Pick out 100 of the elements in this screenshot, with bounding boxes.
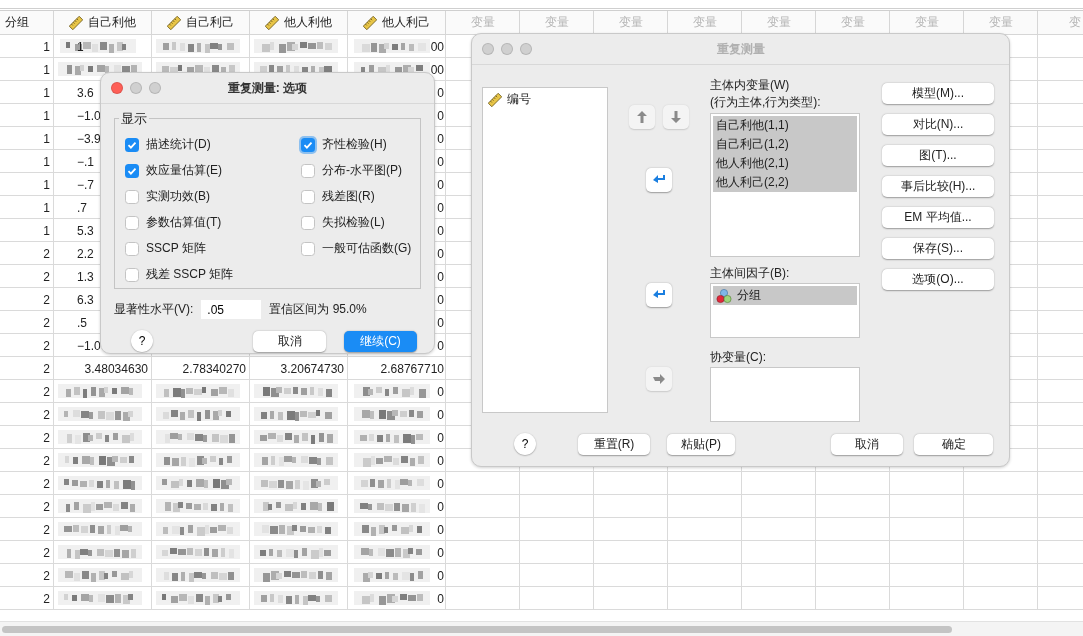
dialog-button[interactable]: 模型(M)... [882,83,994,104]
dialog-button[interactable]: 保存(S)... [882,238,994,259]
field-label: 主体内变量(W) [710,77,791,94]
checkbox[interactable] [125,189,139,204]
table-cell: 0 [437,108,444,123]
dialog-button[interactable]: 取消 [831,433,903,455]
within-subjects-list[interactable]: 自己利他(1,1) 自己利己(1,2) 他人利他(2,1) 他人利己(2,2) [710,113,860,257]
table-cell: 0 [437,568,444,583]
checkbox[interactable] [301,241,315,256]
table-cell: 2 [43,246,50,261]
checkbox[interactable] [125,267,139,282]
group-label: 显示 [119,111,149,128]
table-cell: 6.3 [77,292,94,307]
table-cell: 0 [437,177,444,192]
table-cell: 2 [43,453,50,468]
table-cell: 0 [437,85,444,100]
table-cell: 0 [437,246,444,261]
table-cell: 0 [437,338,444,353]
nominal-icon [716,287,732,304]
table-cell: 0 [437,292,444,307]
move-button[interactable] [646,283,672,307]
checkbox[interactable] [301,189,315,204]
zoom-button[interactable] [149,82,161,94]
significance-field[interactable]: .05 [201,300,262,319]
field-label: (行为主体,行为类型): [710,94,822,111]
table-cell: −.1 [77,154,94,169]
return-arrow-icon [652,174,666,186]
checkbox[interactable] [125,215,139,230]
checkbox-label: SSCP 矩阵 [146,240,206,257]
field-label: 协变量(C): [710,349,767,366]
table-cell: 00 [430,62,444,77]
minimize-button[interactable] [501,43,513,55]
dialog-button[interactable]: 事后比较(H)... [882,176,994,197]
scrollbar[interactable] [0,621,1083,636]
dialog-button[interactable]: 重置(R) [578,433,650,455]
table-cell: 1 [77,39,84,54]
variable-list[interactable]: 编号 [482,87,608,413]
checkbox[interactable] [125,241,139,256]
table-cell: −1.0 [77,338,101,353]
checkbox-label: 描述统计(D) [146,136,211,153]
table-cell: 2 [43,384,50,399]
table-cell: 1 [43,85,50,100]
covariates-list[interactable] [710,367,860,422]
dialog-button[interactable]: 选项(O)... [882,269,994,290]
checkbox-label: 实测功效(B) [146,188,210,205]
list-item[interactable]: 自己利己(1,2) [713,135,857,154]
dialog-button[interactable]: 粘贴(P) [667,433,735,455]
table-cell: 2 [43,407,50,422]
checkbox-label: 齐性检验(H) [322,136,387,153]
field-label: 主体间因子(B): [710,265,791,282]
close-button[interactable] [482,43,494,55]
checkbox-label: 残差 SSCP 矩阵 [146,266,234,283]
table-cell: 2 [43,568,50,583]
between-subjects-list[interactable]: 分组 [710,283,860,338]
list-item[interactable]: 编号 [485,90,605,109]
list-item[interactable]: 分组 [713,286,857,305]
table-cell: 0 [437,223,444,238]
column-header[interactable]: 自己利他 [54,11,152,35]
checkbox[interactable] [125,137,139,152]
ruler-icon [265,15,279,30]
dialog-button[interactable]: 对比(N)... [882,114,994,135]
dialog-button[interactable]: 取消 [253,330,326,352]
column-header[interactable]: 他人利他 [250,11,348,35]
table-cell: 3.6 [77,85,94,100]
right-arrow-icon [652,373,666,385]
table-cell: 0 [437,407,444,422]
table-cell: 0 [437,499,444,514]
close-button[interactable] [111,82,123,94]
column-header[interactable]: 分组 [0,11,54,35]
help-button[interactable]: ? [514,433,536,455]
ruler-icon [69,15,83,30]
field-label: 显著性水平(V): [114,301,194,318]
table-cell: 1 [43,223,50,238]
help-button[interactable]: ? [131,330,153,352]
checkbox[interactable] [301,215,315,230]
table-cell: 0 [437,453,444,468]
move-button[interactable] [646,168,672,192]
dialog-button[interactable]: 确定 [914,433,993,455]
dialog-button[interactable]: 图(T)... [882,145,994,166]
checkbox[interactable] [125,163,139,178]
check-icon [127,139,137,150]
ruler-icon [488,92,502,107]
column-header[interactable]: 自己利己 [152,11,250,35]
minimize-button[interactable] [130,82,142,94]
table-cell: 0 [437,315,444,330]
checkbox-label: 残差图(R) [322,188,375,205]
dialog-button[interactable]: EM 平均值... [882,207,994,228]
column-header[interactable]: 他人利己 [348,11,446,35]
table-cell: 1 [43,62,50,77]
list-item[interactable]: 他人利他(2,1) [713,154,857,173]
table-cell: 2 [43,545,50,560]
table-cell: 1.3 [77,269,94,284]
list-item[interactable]: 他人利己(2,2) [713,173,857,192]
table-cell: .7 [77,200,87,215]
table-cell: 2 [43,292,50,307]
checkbox[interactable] [301,163,315,178]
zoom-button[interactable] [520,43,532,55]
table-cell: 2 [43,522,50,537]
table-cell: 5.3 [77,223,94,238]
list-item[interactable]: 自己利他(1,1) [713,116,857,135]
